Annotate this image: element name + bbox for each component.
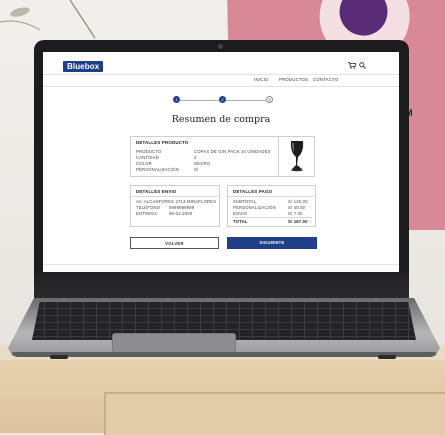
webcam-icon — [218, 44, 223, 49]
nav-item-contacto[interactable]: CONTACTO — [313, 77, 339, 82]
total-value: S/ 167.00 — [288, 219, 308, 224]
total-label: TOTAL — [233, 219, 248, 224]
personalization-cost-value: S/ 40.00 — [288, 205, 306, 210]
main-nav: INICIO PRODUCTOS CONTACTO — [43, 74, 399, 87]
nav-item-inicio[interactable]: INICIO — [254, 77, 269, 82]
laptop-touchpad — [112, 333, 236, 353]
back-button[interactable]: VOLVER — [130, 237, 219, 249]
step-1: 1 — [173, 96, 180, 103]
product-label: PRODUCTO — [136, 149, 162, 154]
quantity-label: CANTIDAD — [136, 155, 160, 160]
stepper-line — [180, 99, 219, 101]
search-icon[interactable] — [359, 62, 366, 69]
total-divider — [232, 217, 312, 218]
payment-details-heading: DETALLES PAGO — [233, 189, 273, 194]
delivery-label: ENTREGA — [136, 211, 158, 216]
page-title: Resumen de compra — [171, 114, 271, 125]
brand-logo[interactable]: Bluebox — [63, 61, 104, 72]
color-value: NEGRO — [194, 161, 211, 166]
shipping-details-card: DETALLES ENVIO AV. ALCANFORES 2713 MIRAF… — [130, 185, 220, 227]
personalization-value: SÍ — [194, 167, 199, 172]
phone-label: TELÉFONO — [136, 205, 161, 210]
laptop-foot-left — [50, 355, 68, 359]
site-header: Bluebox — [43, 52, 399, 74]
nav-item-productos[interactable]: PRODUCTOS — [279, 77, 308, 82]
footer-divider — [43, 264, 399, 265]
shipping-cost-value: S/ 7.00 — [288, 211, 303, 216]
product-details-heading: DETALLES PRODUCTO — [136, 140, 189, 145]
subtotal-label: SUBTOTAL — [233, 199, 257, 204]
delivery-value: 05-01-2020 — [169, 211, 193, 216]
payment-divider — [228, 196, 315, 197]
laptop-front-edge — [12, 352, 436, 357]
shipping-divider — [131, 196, 219, 197]
quantity-value: 2 — [194, 155, 197, 160]
shipping-address: AV. ALCANFORES 2713 MIRAFLORES — [136, 199, 217, 204]
stepper-line — [226, 99, 266, 101]
laptop-foot-right — [378, 355, 396, 359]
laptop-screen: Bluebox INICIO PRODUCTOS CONTACTO 1 2 3 … — [43, 52, 399, 272]
shipping-cost-label: ENVIO — [233, 211, 248, 216]
step-3: 3 — [266, 96, 273, 103]
plant-icon — [0, 0, 96, 39]
step-2: 2 — [219, 96, 226, 103]
cart-icon[interactable] — [348, 62, 356, 69]
desk-drawer — [104, 392, 445, 435]
checkout-stepper: 1 2 3 — [173, 96, 273, 104]
payment-details-card: DETALLES PAGO SUBTOTAL S/ 120.00 PERSONA… — [227, 185, 316, 227]
product-value: COPAS DE GIN PACK 10 UNIDADES — [194, 149, 271, 154]
shipping-details-heading: DETALLES ENVIO — [136, 189, 177, 194]
laptop-bezel — [34, 272, 409, 302]
product-image — [278, 136, 304, 176]
personalization-cost-label: PERSONALIZACIÓN — [233, 205, 276, 210]
next-button[interactable]: SIGUIENTE — [227, 237, 317, 249]
subtotal-value: S/ 120.00 — [288, 199, 308, 204]
color-label: COLOR — [136, 161, 152, 166]
phone-value: 9999999999 — [169, 205, 195, 210]
personalization-label: PERSONALIZACIÓN — [136, 167, 179, 172]
